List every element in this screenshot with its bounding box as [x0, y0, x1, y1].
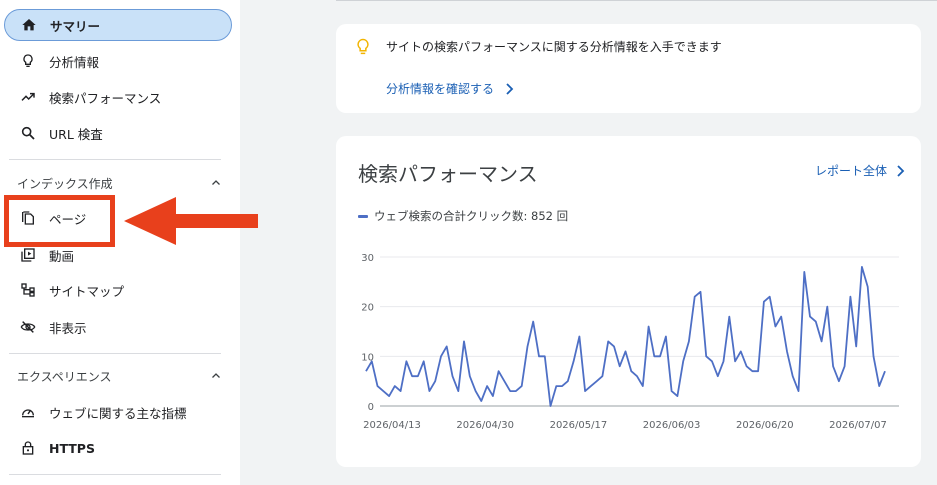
x-tick-label: 2026/04/13 [363, 420, 421, 431]
gauge-icon [19, 403, 37, 421]
performance-card: 検索パフォーマンス レポート全体 ウェブ検索の合計クリック数: 852 回 01… [336, 136, 921, 467]
sidebar-item-label: サマリー [50, 18, 101, 34]
y-tick-label: 20 [361, 303, 374, 314]
search-icon [19, 124, 37, 142]
clicks-chart: 01020302026/04/13 2026/04/30 2026/05/17 202… [361, 253, 899, 431]
sidebar-item-label: HTTPS [49, 440, 95, 456]
header-border [336, 0, 937, 1]
sidebar-item-label: URL 検査 [49, 126, 103, 142]
sidebar-item-url-inspection[interactable]: URL 検査 [4, 117, 232, 149]
section-title: インデックス作成 [17, 176, 113, 191]
chevron-up-icon[interactable] [209, 176, 223, 190]
y-tick-label: 30 [361, 253, 374, 264]
insights-link[interactable]: 分析情報を確認する [386, 80, 514, 97]
sidebar-item-insights[interactable]: 分析情報 [4, 45, 232, 77]
insights-card: サイトの検索パフォーマンスに関する分析情報を入手できます 分析情報を確認する [336, 24, 921, 113]
sidebar-item-label: サイトマップ [49, 283, 125, 299]
sidebar-item-label: 動画 [49, 248, 75, 264]
insights-link-label: 分析情報を確認する [386, 82, 495, 96]
lightbulb-icon [19, 52, 37, 70]
series-line-clicks [365, 265, 886, 407]
x-tick-label: 2026/07/07 [829, 420, 887, 431]
sidebar-item-https[interactable]: HTTPS [4, 432, 232, 464]
sitemap-icon [19, 281, 37, 299]
lightbulb-icon [354, 37, 372, 61]
sidebar-item-label: ウェブに関する主な指標 [49, 405, 187, 421]
insights-text: サイトの検索パフォーマンスに関する分析情報を入手できます [386, 40, 722, 54]
lock-icon [19, 439, 37, 457]
section-title: エクスペリエンス [17, 369, 112, 384]
section-experience[interactable]: エクスペリエンス [17, 366, 223, 386]
eye-off-icon [19, 318, 37, 336]
arrow-annotation [124, 197, 258, 245]
sidebar-divider [9, 353, 221, 354]
sidebar-item-sitemaps[interactable]: サイトマップ [4, 274, 232, 306]
sidebar-item-summary[interactable]: サマリー [4, 9, 232, 41]
sidebar-item-label: 分析情報 [49, 54, 100, 70]
x-tick-label: 2026/04/30 [456, 420, 514, 431]
sidebar-item-search-performance[interactable]: 検索パフォーマンス [4, 81, 232, 113]
x-tick-label: 2026/06/03 [643, 420, 701, 431]
video-icon [19, 246, 37, 264]
sidebar-item-removals[interactable]: 非表示 [4, 311, 232, 343]
x-tick-label: 2026/05/17 [550, 420, 608, 431]
sidebar-divider [9, 474, 221, 475]
sidebar-item-core-web-vitals[interactable]: ウェブに関する主な指標 [4, 396, 232, 428]
y-tick-label: 0 [368, 402, 374, 413]
sidebar-item-label: 検索パフォーマンス [49, 90, 162, 106]
trending-up-icon [19, 88, 37, 106]
section-indexing[interactable]: インデックス作成 [17, 173, 223, 193]
sidebar-item-label: 非表示 [49, 320, 87, 336]
chevron-right-icon [504, 82, 514, 95]
home-icon [20, 16, 38, 34]
highlight-box [4, 195, 115, 247]
sidebar-divider [9, 159, 221, 160]
chevron-up-icon[interactable] [209, 369, 223, 383]
x-tick-label: 2026/06/20 [736, 420, 794, 431]
